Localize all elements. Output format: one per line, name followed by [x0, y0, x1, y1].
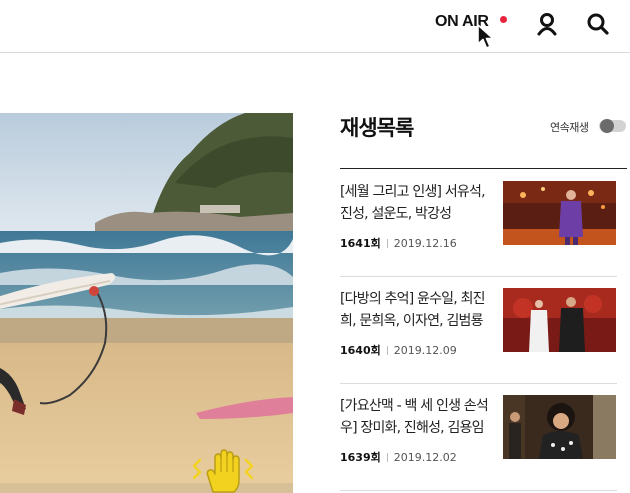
playlist-item-meta: 1640회 2019.12.09 — [340, 342, 457, 358]
video-player[interactable] — [0, 113, 293, 493]
playlist-item-title[interactable]: [다방의 추억] 윤수일, 최진희, 문희옥, 이자연, 김범룡 — [340, 288, 490, 332]
playlist-item-meta: 1641회 2019.12.16 — [340, 235, 457, 251]
video-frame-image — [0, 113, 293, 493]
search-icon[interactable] — [586, 12, 610, 36]
episode-number: 1640회 — [340, 344, 381, 357]
meta-separator — [386, 346, 388, 355]
thumbnail-image — [503, 395, 616, 459]
playlist-item-thumbnail[interactable] — [503, 181, 616, 245]
playlist-item-title[interactable]: [가요산맥 - 백 세 인생 손석우] 장미화, 진해성, 김용임 — [340, 395, 490, 439]
hand-icon — [192, 449, 254, 493]
cursor-icon — [477, 24, 494, 49]
thumbnail-image — [503, 181, 616, 245]
user-icon[interactable] — [536, 12, 558, 36]
playlist-item-title[interactable]: [세월 그리고 인생] 서유석, 진성, 설운도, 박강성 — [340, 181, 490, 225]
meta-separator — [386, 453, 388, 462]
playlist-item[interactable]: [다방의 추억] 윤수일, 최진희, 문희옥, 이자연, 김범룡 1640회 20… — [340, 276, 617, 384]
air-date: 2019.12.16 — [393, 237, 457, 250]
episode-number: 1641회 — [340, 237, 381, 250]
top-bar: ON AIR — [0, 0, 630, 53]
autoplay-label: 연속재생 — [550, 121, 589, 134]
playlist-item-meta: 1639회 2019.12.02 — [340, 449, 457, 465]
toggle-knob — [600, 119, 614, 133]
playlist-item[interactable]: [가요산맥 - 백 세 인생 손석우] 장미화, 진해성, 김용임 1639회 2… — [340, 383, 617, 491]
playlist-item-thumbnail[interactable] — [503, 288, 616, 352]
thumbnail-image — [503, 288, 616, 352]
playlist-title: 재생목록 — [340, 116, 414, 140]
playlist-item-thumbnail[interactable] — [503, 395, 616, 459]
meta-separator — [386, 239, 388, 248]
air-date: 2019.12.09 — [393, 344, 457, 357]
live-dot-icon — [500, 16, 507, 23]
autoplay-toggle[interactable] — [599, 119, 626, 133]
playlist-item[interactable]: [세월 그리고 인생] 서유석, 진성, 설운도, 박강성 1641회 2019.… — [340, 169, 617, 277]
air-date: 2019.12.02 — [393, 451, 457, 464]
episode-number: 1639회 — [340, 451, 381, 464]
